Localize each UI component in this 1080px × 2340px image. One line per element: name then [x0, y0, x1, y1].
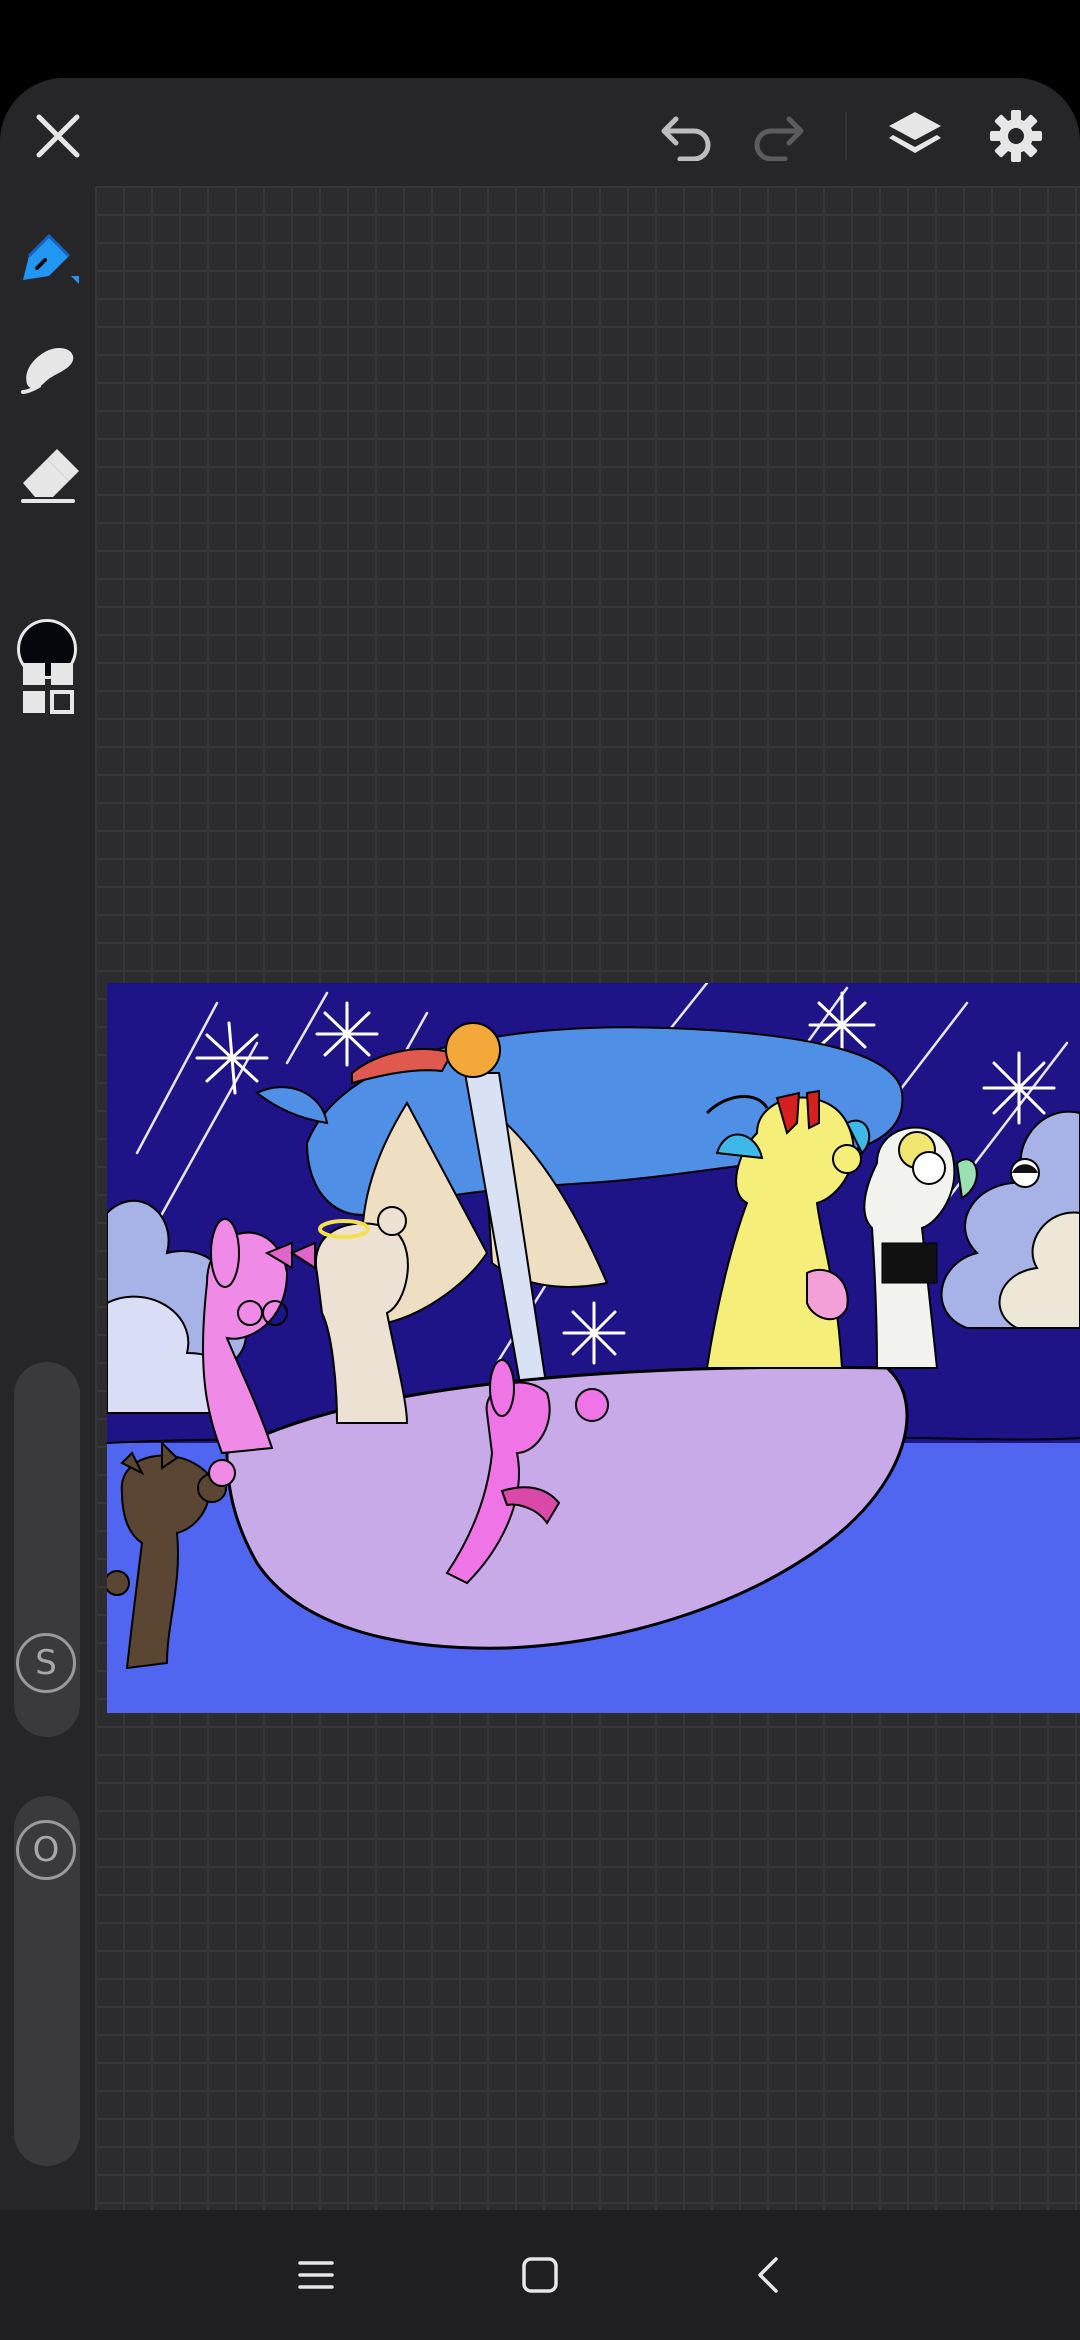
undo-icon: [661, 116, 711, 161]
smudge-icon: [21, 348, 74, 394]
opacity-label: O: [32, 1830, 60, 1870]
eraser-tool[interactable]: [12, 438, 84, 510]
tool-rail: S O: [0, 186, 95, 2210]
panels-button[interactable]: [12, 652, 84, 724]
back-icon: [758, 2257, 778, 2293]
menu-icon: [298, 2261, 334, 2289]
brush-opacity-knob[interactable]: O: [16, 1820, 76, 1880]
layers-icon: [889, 112, 941, 153]
brush-size-knob[interactable]: S: [16, 1633, 76, 1693]
settings-button[interactable]: [980, 100, 1052, 172]
undo-button[interactable]: [652, 100, 724, 172]
redo-button[interactable]: [741, 100, 813, 172]
back-button[interactable]: [728, 2240, 808, 2310]
toolbar-divider: [845, 112, 847, 160]
layers-button[interactable]: [879, 100, 951, 172]
system-nav-bar: [0, 2210, 1080, 2340]
brush-tool[interactable]: [12, 223, 84, 295]
redo-icon: [754, 116, 804, 161]
artwork-canvas[interactable]: [107, 983, 1080, 1713]
drawing-app: S O: [0, 78, 1080, 2210]
panels-icon: [23, 663, 74, 714]
top-toolbar: [0, 78, 1080, 186]
size-label: S: [35, 1643, 57, 1683]
home-button[interactable]: [500, 2240, 580, 2310]
smudge-tool[interactable]: [12, 331, 84, 403]
close-button[interactable]: [22, 100, 94, 172]
brush-icon: [23, 233, 79, 284]
eraser-icon: [21, 449, 79, 503]
recents-button[interactable]: [276, 2240, 356, 2310]
settings-icon: [990, 110, 1042, 162]
home-icon: [522, 2257, 558, 2293]
close-icon: [36, 114, 80, 158]
